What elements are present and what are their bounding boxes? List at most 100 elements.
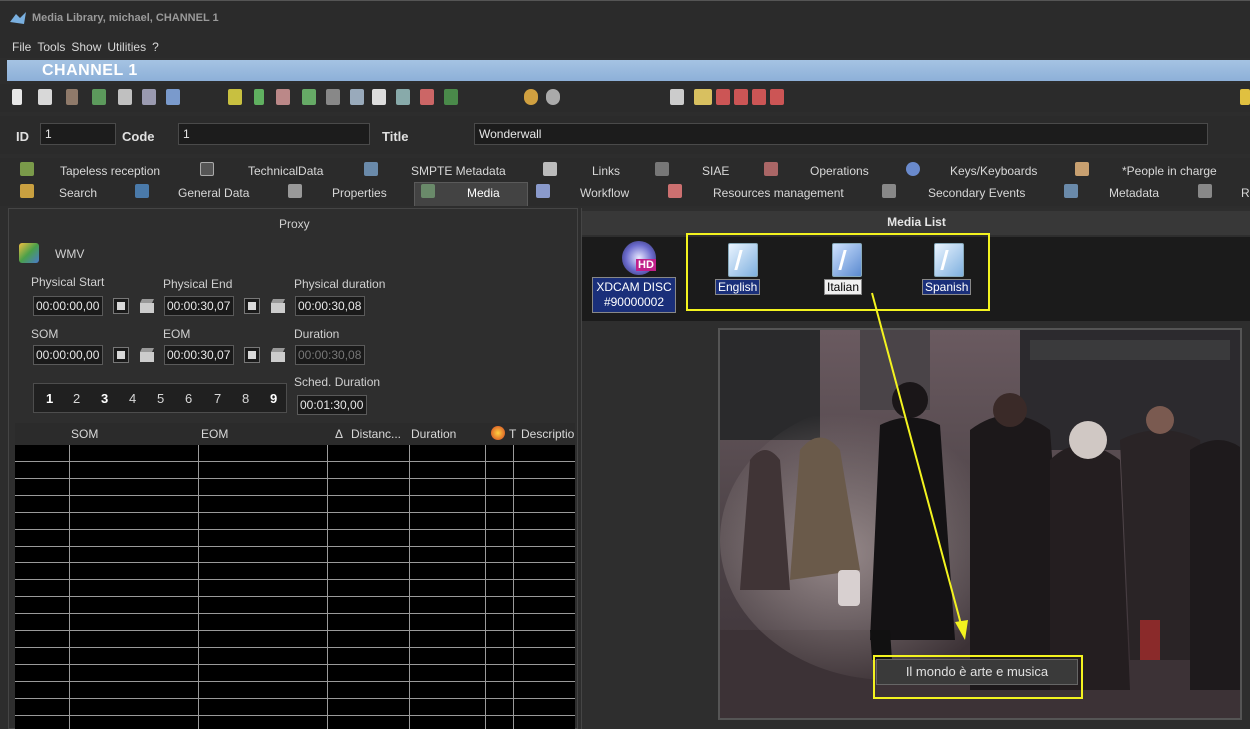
table-row[interactable]: [15, 646, 575, 648]
channel-name: CHANNEL 1: [42, 62, 138, 79]
tab-general-data[interactable]: General Data: [178, 182, 249, 204]
title-bar: Media Library, michael, CHANNEL 1: [0, 0, 1250, 36]
page-6[interactable]: 6: [185, 391, 192, 406]
tab-people-in-charge[interactable]: *People in charge: [1122, 160, 1217, 182]
set-physical-start-button[interactable]: [113, 298, 129, 314]
reception-icon: [20, 162, 34, 176]
table-row[interactable]: [15, 562, 575, 564]
table-row[interactable]: [15, 545, 575, 547]
page-7[interactable]: 7: [214, 391, 221, 406]
undo-icon[interactable]: [66, 89, 78, 105]
title-field[interactable]: Wonderwall: [474, 123, 1208, 145]
table-row[interactable]: [15, 477, 575, 479]
tab-secondary-events[interactable]: Secondary Events: [928, 182, 1025, 204]
table-row[interactable]: [15, 630, 575, 631]
binoculars-icon[interactable]: [326, 89, 340, 105]
tape-icon[interactable]: [670, 89, 684, 105]
filter-icon[interactable]: [228, 89, 242, 105]
physical-end-field[interactable]: 00:00:30,07: [164, 296, 234, 316]
clapperboard-icon[interactable]: [270, 298, 286, 314]
tab-keys-keyboards[interactable]: Keys/Keyboards: [950, 160, 1037, 182]
clapperboard-icon[interactable]: [139, 347, 155, 363]
eom-field[interactable]: 00:00:30,07: [164, 345, 234, 365]
page-5[interactable]: 5: [157, 391, 164, 406]
tab-metadata[interactable]: Metadata: [1109, 182, 1159, 204]
column-duration[interactable]: Duration: [411, 427, 456, 441]
tab-r[interactable]: R: [1241, 182, 1250, 204]
page-8[interactable]: 8: [242, 391, 249, 406]
table-row[interactable]: [15, 461, 575, 462]
menu-utilities[interactable]: Utilities: [103, 36, 148, 54]
code-field[interactable]: 1: [178, 123, 370, 145]
column-distance[interactable]: Distanc...: [351, 427, 401, 441]
people-icon[interactable]: [770, 89, 784, 105]
people-icon[interactable]: [716, 89, 730, 105]
refresh-icon[interactable]: [92, 89, 106, 105]
page-4[interactable]: 4: [129, 391, 136, 406]
new-icon[interactable]: [12, 89, 22, 105]
table-row[interactable]: [15, 596, 575, 598]
tab-siae[interactable]: SIAE: [702, 160, 729, 182]
warning-icon[interactable]: [1240, 89, 1250, 105]
save-icon[interactable]: [38, 89, 52, 105]
ruler-icon[interactable]: [694, 89, 712, 105]
id-field[interactable]: 1: [40, 123, 116, 145]
page-3[interactable]: 3: [101, 391, 108, 406]
set-som-button[interactable]: [113, 347, 129, 363]
physical-start-field[interactable]: 00:00:00,00: [33, 296, 103, 316]
bars-icon[interactable]: [254, 89, 264, 105]
menu-tools[interactable]: Tools: [33, 36, 67, 54]
xdcam-disc-item[interactable]: HD XDCAM DISC #90000002: [592, 241, 676, 313]
sched-duration-label: Sched. Duration: [294, 375, 381, 389]
table-row[interactable]: [15, 511, 575, 513]
tab-smpte-metadata[interactable]: SMPTE Metadata: [411, 160, 506, 182]
sched-duration-field[interactable]: 00:01:30,00: [297, 395, 367, 415]
tab-tapeless-reception[interactable]: Tapeless reception: [60, 160, 160, 182]
table-row[interactable]: [15, 528, 575, 530]
set-eom-button[interactable]: [244, 347, 260, 363]
menu-show[interactable]: Show: [67, 36, 103, 54]
som-field[interactable]: 00:00:00,00: [33, 345, 103, 365]
copy-icon[interactable]: [118, 89, 132, 105]
tools-icon[interactable]: [166, 89, 180, 105]
table-row[interactable]: [15, 714, 575, 716]
tab-properties[interactable]: Properties: [332, 182, 387, 204]
table-row[interactable]: [15, 663, 575, 665]
add-icon[interactable]: [302, 89, 316, 105]
people-icon[interactable]: [734, 89, 748, 105]
table-row[interactable]: [15, 494, 575, 496]
column-description[interactable]: Descriptio: [521, 427, 574, 441]
network-icon[interactable]: [276, 89, 290, 105]
tab-technical-data[interactable]: TechnicalData: [248, 160, 323, 182]
tab-operations[interactable]: Operations: [810, 160, 869, 182]
calendar-icon[interactable]: [420, 89, 434, 105]
link-icon[interactable]: [142, 89, 156, 105]
set-physical-end-button[interactable]: [244, 298, 260, 314]
tab-links[interactable]: Links: [592, 160, 620, 182]
menu-file[interactable]: File: [0, 36, 33, 54]
list-icon[interactable]: [350, 89, 364, 105]
table-row[interactable]: [15, 697, 575, 699]
disc-icon[interactable]: [546, 89, 560, 105]
tab-search[interactable]: Search: [59, 182, 97, 204]
menu-help[interactable]: ?: [148, 36, 161, 54]
document-icon[interactable]: [372, 89, 386, 105]
tab-media[interactable]: Media: [467, 182, 500, 204]
page-2[interactable]: 2: [73, 391, 80, 406]
people-icon[interactable]: [752, 89, 766, 105]
tab-resources-management[interactable]: Resources management: [713, 182, 844, 204]
page-9[interactable]: 9: [270, 391, 277, 406]
column-eom[interactable]: EOM: [201, 427, 228, 441]
table-row[interactable]: [15, 579, 575, 581]
play-icon[interactable]: [524, 89, 538, 105]
page-1[interactable]: 1: [46, 391, 53, 406]
tab-workflow[interactable]: Workflow: [580, 182, 629, 204]
clapperboard-icon[interactable]: [139, 298, 155, 314]
column-som[interactable]: SOM: [71, 427, 98, 441]
table-row[interactable]: [15, 680, 575, 682]
column-type[interactable]: T: [509, 427, 516, 441]
clapperboard-icon[interactable]: [270, 347, 286, 363]
monitor-icon[interactable]: [444, 89, 458, 105]
table-row[interactable]: [15, 613, 575, 615]
print-icon[interactable]: [396, 89, 410, 105]
